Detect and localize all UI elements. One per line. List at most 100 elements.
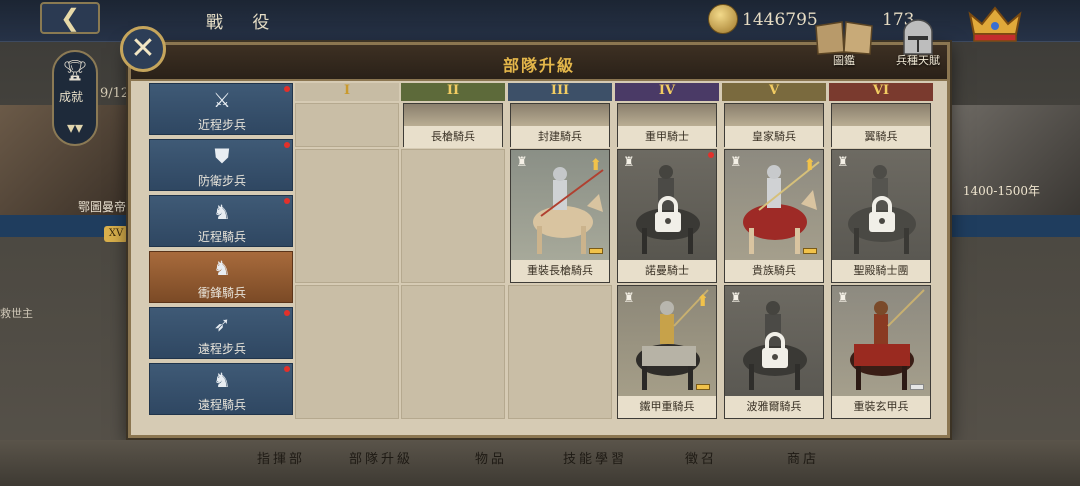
notification-dot (708, 152, 714, 158)
empty-slot (508, 285, 612, 419)
unit-portrait (618, 104, 716, 126)
campaign-caption-right: 1400-1500年 (962, 184, 1040, 198)
nav-shop[interactable]: 商店 (758, 448, 848, 467)
empty-slot (295, 103, 399, 147)
lancer-icon: ♞ (213, 256, 231, 280)
lock-icon (869, 196, 895, 232)
unit-name: 聖殿騎士團 (832, 260, 930, 282)
empty-slot (401, 149, 505, 283)
nav-troop-upgrade[interactable]: 部隊升級 (336, 448, 426, 467)
nav-skill-learning[interactable]: 技能學習 (550, 448, 640, 467)
unit-name: 鐵甲重騎兵 (618, 396, 716, 418)
category-ranged-cavalry[interactable]: ♞ 遠程騎兵 (149, 363, 293, 415)
codex-label: 圖鑑 (833, 54, 855, 67)
horse-archer-icon: ♞ (213, 368, 231, 392)
unit-portrait (725, 104, 823, 126)
unit-card[interactable]: 封建騎兵 (510, 103, 610, 148)
unit-card[interactable]: ♜ 重裝玄甲兵 (831, 285, 931, 419)
category-defensive-infantry[interactable]: ⛊ 防衛步兵 (149, 139, 293, 191)
close-icon: ✕ (130, 31, 156, 66)
back-arrow-icon: ❮ (59, 4, 81, 32)
achievements-label: 成就 (59, 90, 84, 104)
unit-card[interactable]: 皇家騎兵 (724, 103, 824, 148)
tower-icon: ♜ (837, 155, 849, 170)
unit-card[interactable]: 重甲騎士 (617, 103, 717, 148)
campaign-caption-left: 鄂圖曼帝 (78, 200, 127, 214)
tier-header-1: I (295, 83, 399, 101)
unit-name: 諾曼騎士 (618, 260, 716, 282)
category-label: 近程步兵 (197, 118, 246, 132)
unit-name: 波雅爾騎兵 (725, 396, 823, 418)
unit-name: 封建騎兵 (511, 126, 609, 148)
horse-head-icon: ♞ (213, 200, 231, 224)
category-label: 遠程步兵 (197, 342, 246, 356)
lock-icon (655, 196, 681, 232)
campaign-strip-right (950, 215, 1080, 237)
codex-button[interactable]: 圖鑑 (812, 18, 876, 70)
campaign-subcaption: 救世主 (0, 307, 33, 320)
gold-amount: 1446795 (742, 10, 818, 30)
tier-header-6: VI (829, 83, 933, 101)
unit-name: 重甲騎士 (618, 126, 716, 148)
notification-dot (284, 198, 290, 204)
chevron-down-icon[interactable]: ▾▾ (62, 118, 88, 138)
upgrade-arrow-icon: ⬆ (803, 155, 817, 174)
nav-recruit[interactable]: 徵召 (656, 448, 746, 467)
unit-portrait (511, 104, 609, 126)
bottom-nav (0, 440, 1080, 486)
talent-button[interactable]: 兵種天賦 (886, 18, 950, 70)
rank-badge (910, 384, 924, 390)
notification-dot (284, 310, 290, 316)
talent-label: 兵種天賦 (896, 54, 940, 67)
back-button[interactable]: ❮ (40, 2, 100, 34)
rank-badge (589, 248, 603, 254)
rank-badge (696, 384, 710, 390)
tower-icon: ♜ (730, 291, 742, 306)
gold-coin-icon (708, 4, 738, 34)
tower-icon: ♜ (516, 155, 528, 170)
unit-portrait (832, 104, 930, 126)
unit-card[interactable]: ♜ ⬆ 重裝長槍騎兵 (510, 149, 610, 283)
category-label: 遠程騎兵 (197, 398, 246, 412)
category-label: 衝鋒騎兵 (197, 286, 246, 300)
tower-icon: ♜ (837, 291, 849, 306)
crossed-swords-icon: ⚔ (213, 88, 231, 112)
nav-headquarters[interactable]: 指揮部 (236, 448, 326, 467)
category-label: 近程騎兵 (197, 230, 246, 244)
campaign-progress: 9/12 (100, 86, 130, 101)
unit-card[interactable]: 翼騎兵 (831, 103, 931, 148)
unit-card[interactable]: 長槍騎兵 (403, 103, 503, 148)
empty-slot (295, 285, 399, 419)
nav-items[interactable]: 物品 (446, 448, 536, 467)
category-melee-infantry[interactable]: ⚔ 近程步兵 (149, 83, 293, 135)
tier-header-2: II (401, 83, 505, 101)
category-ranged-infantry[interactable]: ➶ 遠程步兵 (149, 307, 293, 359)
bow-icon: ➶ (213, 312, 231, 336)
unit-card[interactable]: ♜ ⬆ 貴族騎兵 (724, 149, 824, 283)
shield-icon: ⛊ (214, 144, 230, 168)
close-button[interactable]: ✕ (120, 26, 166, 72)
category-melee-cavalry[interactable]: ♞ 近程騎兵 (149, 195, 293, 247)
upgrade-arrow-icon: ⬆ (696, 291, 710, 310)
unit-name: 長槍騎兵 (404, 126, 502, 148)
tower-icon: ♜ (730, 155, 742, 170)
unit-name: 重裝玄甲兵 (832, 396, 930, 418)
unit-name: 翼騎兵 (832, 126, 930, 148)
unit-card[interactable]: ♜ 波雅爾騎兵 (724, 285, 824, 419)
unit-name: 貴族騎兵 (725, 260, 823, 282)
notification-dot (284, 142, 290, 148)
upgrade-arrow-icon: ⬆ (589, 155, 603, 174)
unit-name: 皇家騎兵 (725, 126, 823, 148)
tower-icon: ♜ (623, 291, 635, 306)
unit-card[interactable]: ♜ ⬆ 鐵甲重騎兵 (617, 285, 717, 419)
page-title: 戰 役 (206, 13, 282, 33)
unit-name: 重裝長槍騎兵 (511, 260, 609, 282)
tier-header-3: III (508, 83, 612, 101)
empty-slot (401, 285, 505, 419)
category-charge-cavalry[interactable]: ♞ 衝鋒騎兵 (149, 251, 293, 303)
tier-header-4: IV (615, 83, 719, 101)
unit-card[interactable]: ♜ 諾曼騎士 (617, 149, 717, 283)
level-badge: XV (104, 226, 128, 242)
crown-icon[interactable] (966, 4, 1024, 44)
unit-card[interactable]: ♜ 聖殿騎士團 (831, 149, 931, 283)
